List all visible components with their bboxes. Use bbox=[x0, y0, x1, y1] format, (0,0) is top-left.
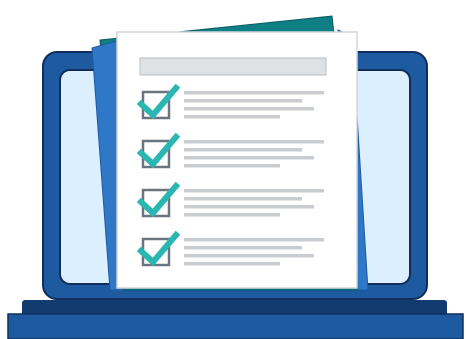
text-line-placeholder bbox=[184, 238, 324, 242]
text-line-placeholder bbox=[184, 213, 280, 217]
text-line-placeholder bbox=[184, 254, 314, 258]
laptop-base bbox=[7, 313, 464, 339]
text-line-placeholder bbox=[184, 164, 280, 168]
text-line-placeholder bbox=[184, 156, 314, 160]
text-line-placeholder bbox=[184, 91, 324, 95]
text-line-placeholder bbox=[184, 246, 302, 250]
text-line-placeholder bbox=[184, 99, 302, 103]
text-line-placeholder bbox=[184, 197, 302, 201]
text-line-placeholder bbox=[184, 205, 314, 209]
text-line-placeholder bbox=[184, 148, 302, 152]
illustration-stage bbox=[0, 0, 466, 339]
laptop-checklist-illustration bbox=[7, 15, 464, 339]
text-line-placeholder bbox=[184, 140, 324, 144]
text-line-placeholder bbox=[184, 107, 314, 111]
text-line-placeholder bbox=[184, 189, 324, 193]
paper-header-bar bbox=[139, 57, 327, 76]
text-line-placeholder bbox=[184, 262, 280, 266]
text-line-placeholder bbox=[184, 115, 280, 119]
